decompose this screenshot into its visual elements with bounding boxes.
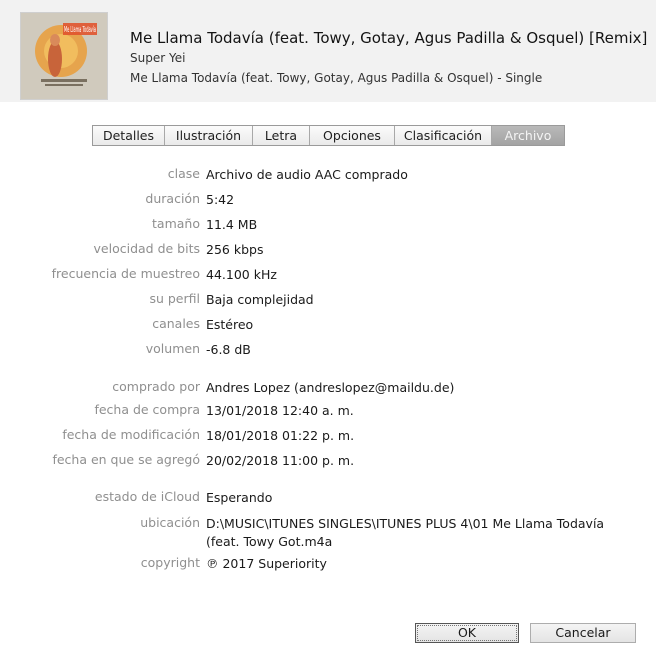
kind-value: Archivo de audio AAC comprado: [206, 167, 408, 182]
song-header: Me Llama Todavía Me Llama Todavía (feat.…: [0, 0, 656, 102]
duration-label: duración: [145, 191, 200, 206]
modified-value: 18/01/2018 01:22 p. m.: [206, 428, 355, 443]
channels-value: Estéreo: [206, 317, 254, 332]
album-artwork-image: Me Llama Todavía: [21, 13, 107, 99]
copyright-label: copyright: [140, 555, 200, 570]
tab-lyrics[interactable]: Letra: [253, 126, 310, 145]
samplerate-value: 44.100 kHz: [206, 267, 277, 282]
size-label: tamaño: [152, 216, 200, 231]
profile-value: Baja complejidad: [206, 292, 314, 307]
song-artist: Super Yei: [130, 51, 186, 65]
volume-label: volumen: [145, 341, 200, 356]
tab-details[interactable]: Detalles: [93, 126, 165, 145]
duration-value: 5:42: [206, 192, 235, 207]
purchase-date-value: 13/01/2018 12:40 a. m.: [206, 403, 354, 418]
bitrate-label: velocidad de bits: [93, 241, 200, 256]
tab-artwork[interactable]: Ilustración: [165, 126, 253, 145]
profile-label: su perfil: [149, 291, 200, 306]
artwork-lettering: Me Llama Todavía: [64, 25, 96, 34]
modified-label: fecha de modificación: [62, 427, 200, 442]
purchase-date-label: fecha de compra: [94, 402, 200, 417]
album-artwork[interactable]: Me Llama Todavía: [20, 12, 108, 100]
kind-label: clase: [167, 166, 200, 181]
location-value[interactable]: D:\MUSIC\ITUNES SINGLES\ITUNES PLUS 4\01…: [206, 515, 626, 551]
tab-file[interactable]: Archivo: [492, 126, 564, 145]
ok-button[interactable]: OK: [415, 623, 519, 643]
location-label: ubicación: [140, 515, 200, 530]
bitrate-value: 256 kbps: [206, 242, 264, 257]
copyright-value: ℗ 2017 Superiority: [206, 556, 327, 571]
samplerate-label: frecuencia de muestreo: [51, 266, 200, 281]
channels-label: canales: [152, 316, 200, 331]
purchased-by-label: comprado por: [112, 379, 200, 394]
icloud-label: estado de iCloud: [94, 489, 200, 504]
purchased-by-value: Andres Lopez (andreslopez@maildu.de): [206, 380, 455, 395]
tab-sorting[interactable]: Clasificación: [395, 126, 492, 145]
icloud-value: Esperando: [206, 490, 273, 505]
added-label: fecha en que se agregó: [52, 452, 200, 467]
song-album: Me Llama Todavía (feat. Towy, Gotay, Agu…: [130, 71, 543, 85]
size-value: 11.4 MB: [206, 217, 258, 232]
song-title: Me Llama Todavía (feat. Towy, Gotay, Agu…: [130, 29, 648, 47]
added-value: 20/02/2018 11:00 p. m.: [206, 453, 355, 468]
cancel-button[interactable]: Cancelar: [530, 623, 636, 643]
tab-options[interactable]: Opciones: [310, 126, 395, 145]
volume-value: -6.8 dB: [206, 342, 251, 357]
tab-bar: Detalles Ilustración Letra Opciones Clas…: [92, 125, 565, 146]
